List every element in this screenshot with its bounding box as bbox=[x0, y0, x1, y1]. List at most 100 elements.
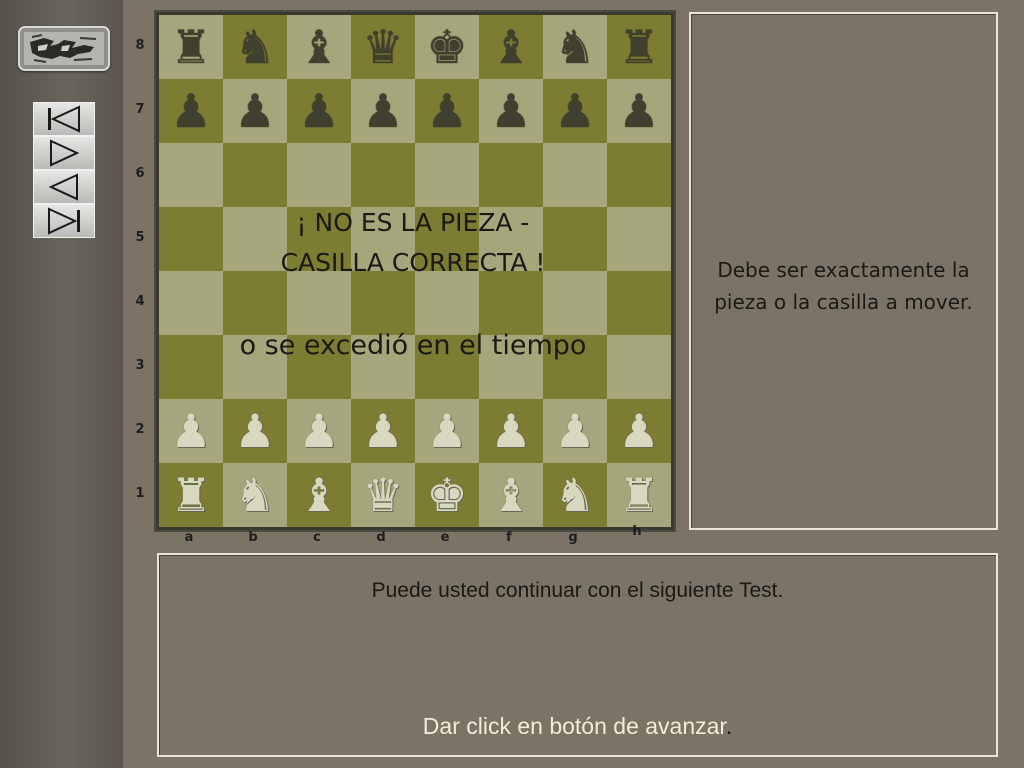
square-h2[interactable]: ♟ bbox=[607, 399, 671, 463]
white-piece[interactable]: ♟ bbox=[618, 408, 659, 454]
rank-label: 8 bbox=[135, 38, 145, 53]
white-piece[interactable]: ♟ bbox=[554, 408, 595, 454]
white-piece[interactable]: ♜ bbox=[618, 472, 659, 518]
rank-label: 5 bbox=[135, 230, 145, 245]
square-b7[interactable]: ♟ bbox=[223, 79, 287, 143]
file-label: e bbox=[440, 530, 450, 545]
first-icon bbox=[48, 105, 80, 133]
hint-text: Debe ser exactamente la pieza o la casil… bbox=[714, 258, 973, 314]
square-g6[interactable] bbox=[543, 143, 607, 207]
square-g7[interactable]: ♟ bbox=[543, 79, 607, 143]
square-g1[interactable]: ♞ bbox=[543, 463, 607, 527]
feedback-title-line1: ¡ NO ES LA PIEZA - bbox=[296, 208, 530, 237]
square-h7[interactable]: ♟ bbox=[607, 79, 671, 143]
square-b8[interactable]: ♞ bbox=[223, 15, 287, 79]
square-h1[interactable]: ♜ bbox=[607, 463, 671, 527]
square-b2[interactable]: ♟ bbox=[223, 399, 287, 463]
square-f7[interactable]: ♟ bbox=[479, 79, 543, 143]
square-g8[interactable]: ♞ bbox=[543, 15, 607, 79]
square-h6[interactable] bbox=[607, 143, 671, 207]
black-piece[interactable]: ♟ bbox=[298, 88, 339, 134]
square-a2[interactable]: ♟ bbox=[159, 399, 223, 463]
nav-next-button[interactable] bbox=[33, 136, 95, 170]
square-f8[interactable]: ♝ bbox=[479, 15, 543, 79]
black-piece[interactable]: ♜ bbox=[170, 24, 211, 70]
file-label: g bbox=[568, 530, 578, 545]
square-f6[interactable] bbox=[479, 143, 543, 207]
black-piece[interactable]: ♟ bbox=[170, 88, 211, 134]
continue-message: Puede usted continuar con el siguiente T… bbox=[371, 579, 784, 602]
square-a6[interactable] bbox=[159, 143, 223, 207]
feedback-overlay: ¡ NO ES LA PIEZA - CASILLA CORRECTA ! o … bbox=[157, 200, 669, 380]
previous-icon bbox=[48, 173, 78, 201]
square-a1[interactable]: ♜ bbox=[159, 463, 223, 527]
black-piece[interactable]: ♞ bbox=[554, 24, 595, 70]
white-piece[interactable]: ♟ bbox=[426, 408, 467, 454]
next-icon bbox=[50, 139, 80, 167]
white-piece[interactable]: ♜ bbox=[170, 472, 211, 518]
square-e7[interactable]: ♟ bbox=[415, 79, 479, 143]
square-d2[interactable]: ♟ bbox=[351, 399, 415, 463]
square-b6[interactable] bbox=[223, 143, 287, 207]
black-piece[interactable]: ♟ bbox=[490, 88, 531, 134]
square-e6[interactable] bbox=[415, 143, 479, 207]
square-c2[interactable]: ♟ bbox=[287, 399, 351, 463]
square-a7[interactable]: ♟ bbox=[159, 79, 223, 143]
file-label: d bbox=[376, 530, 386, 545]
square-c1[interactable]: ♝ bbox=[287, 463, 351, 527]
rank-label: 4 bbox=[135, 294, 145, 309]
black-piece[interactable]: ♝ bbox=[298, 24, 339, 70]
square-a8[interactable]: ♜ bbox=[159, 15, 223, 79]
square-d7[interactable]: ♟ bbox=[351, 79, 415, 143]
feedback-subtitle: o se excedió en el tiempo bbox=[239, 330, 587, 361]
square-f1[interactable]: ♝ bbox=[479, 463, 543, 527]
black-piece[interactable]: ♟ bbox=[362, 88, 403, 134]
white-piece[interactable]: ♟ bbox=[362, 408, 403, 454]
black-piece[interactable]: ♞ bbox=[234, 24, 275, 70]
square-d1[interactable]: ♛ bbox=[351, 463, 415, 527]
white-piece[interactable]: ♝ bbox=[298, 472, 339, 518]
square-c6[interactable] bbox=[287, 143, 351, 207]
rank-label: 1 bbox=[135, 486, 145, 501]
white-piece[interactable]: ♚ bbox=[426, 472, 467, 518]
black-piece[interactable]: ♚ bbox=[426, 24, 467, 70]
square-c8[interactable]: ♝ bbox=[287, 15, 351, 79]
black-piece[interactable]: ♜ bbox=[618, 24, 659, 70]
square-g2[interactable]: ♟ bbox=[543, 399, 607, 463]
last-icon bbox=[48, 207, 80, 235]
white-piece[interactable]: ♞ bbox=[554, 472, 595, 518]
square-e2[interactable]: ♟ bbox=[415, 399, 479, 463]
square-e8[interactable]: ♚ bbox=[415, 15, 479, 79]
file-labels: a b c d e f g h bbox=[157, 524, 669, 548]
white-piece[interactable]: ♟ bbox=[490, 408, 531, 454]
square-d8[interactable]: ♛ bbox=[351, 15, 415, 79]
square-f2[interactable]: ♟ bbox=[479, 399, 543, 463]
black-piece[interactable]: ♟ bbox=[618, 88, 659, 134]
file-label: f bbox=[506, 530, 512, 545]
black-piece[interactable]: ♛ bbox=[362, 24, 403, 70]
square-b1[interactable]: ♞ bbox=[223, 463, 287, 527]
white-piece[interactable]: ♟ bbox=[298, 408, 339, 454]
black-piece[interactable]: ♟ bbox=[426, 88, 467, 134]
square-c7[interactable]: ♟ bbox=[287, 79, 351, 143]
square-h8[interactable]: ♜ bbox=[607, 15, 671, 79]
white-piece[interactable]: ♟ bbox=[170, 408, 211, 454]
black-piece[interactable]: ♟ bbox=[234, 88, 275, 134]
square-d6[interactable] bbox=[351, 143, 415, 207]
nav-first-button[interactable] bbox=[33, 102, 95, 136]
nav-previous-button[interactable] bbox=[33, 170, 95, 204]
rank-label: 6 bbox=[135, 166, 145, 181]
square-e1[interactable]: ♚ bbox=[415, 463, 479, 527]
black-piece[interactable]: ♝ bbox=[490, 24, 531, 70]
white-piece[interactable]: ♟ bbox=[234, 408, 275, 454]
black-piece[interactable]: ♟ bbox=[554, 88, 595, 134]
white-piece[interactable]: ♛ bbox=[362, 472, 403, 518]
hint-panel: Debe ser exactamente la pieza o la casil… bbox=[689, 12, 998, 530]
advance-instruction-period: . bbox=[725, 713, 733, 739]
white-piece[interactable]: ♞ bbox=[234, 472, 275, 518]
nav-last-button[interactable] bbox=[33, 204, 95, 238]
logo-badge bbox=[18, 26, 110, 71]
file-label: b bbox=[248, 530, 258, 545]
white-piece[interactable]: ♝ bbox=[490, 472, 531, 518]
rank-label: 2 bbox=[135, 422, 145, 437]
